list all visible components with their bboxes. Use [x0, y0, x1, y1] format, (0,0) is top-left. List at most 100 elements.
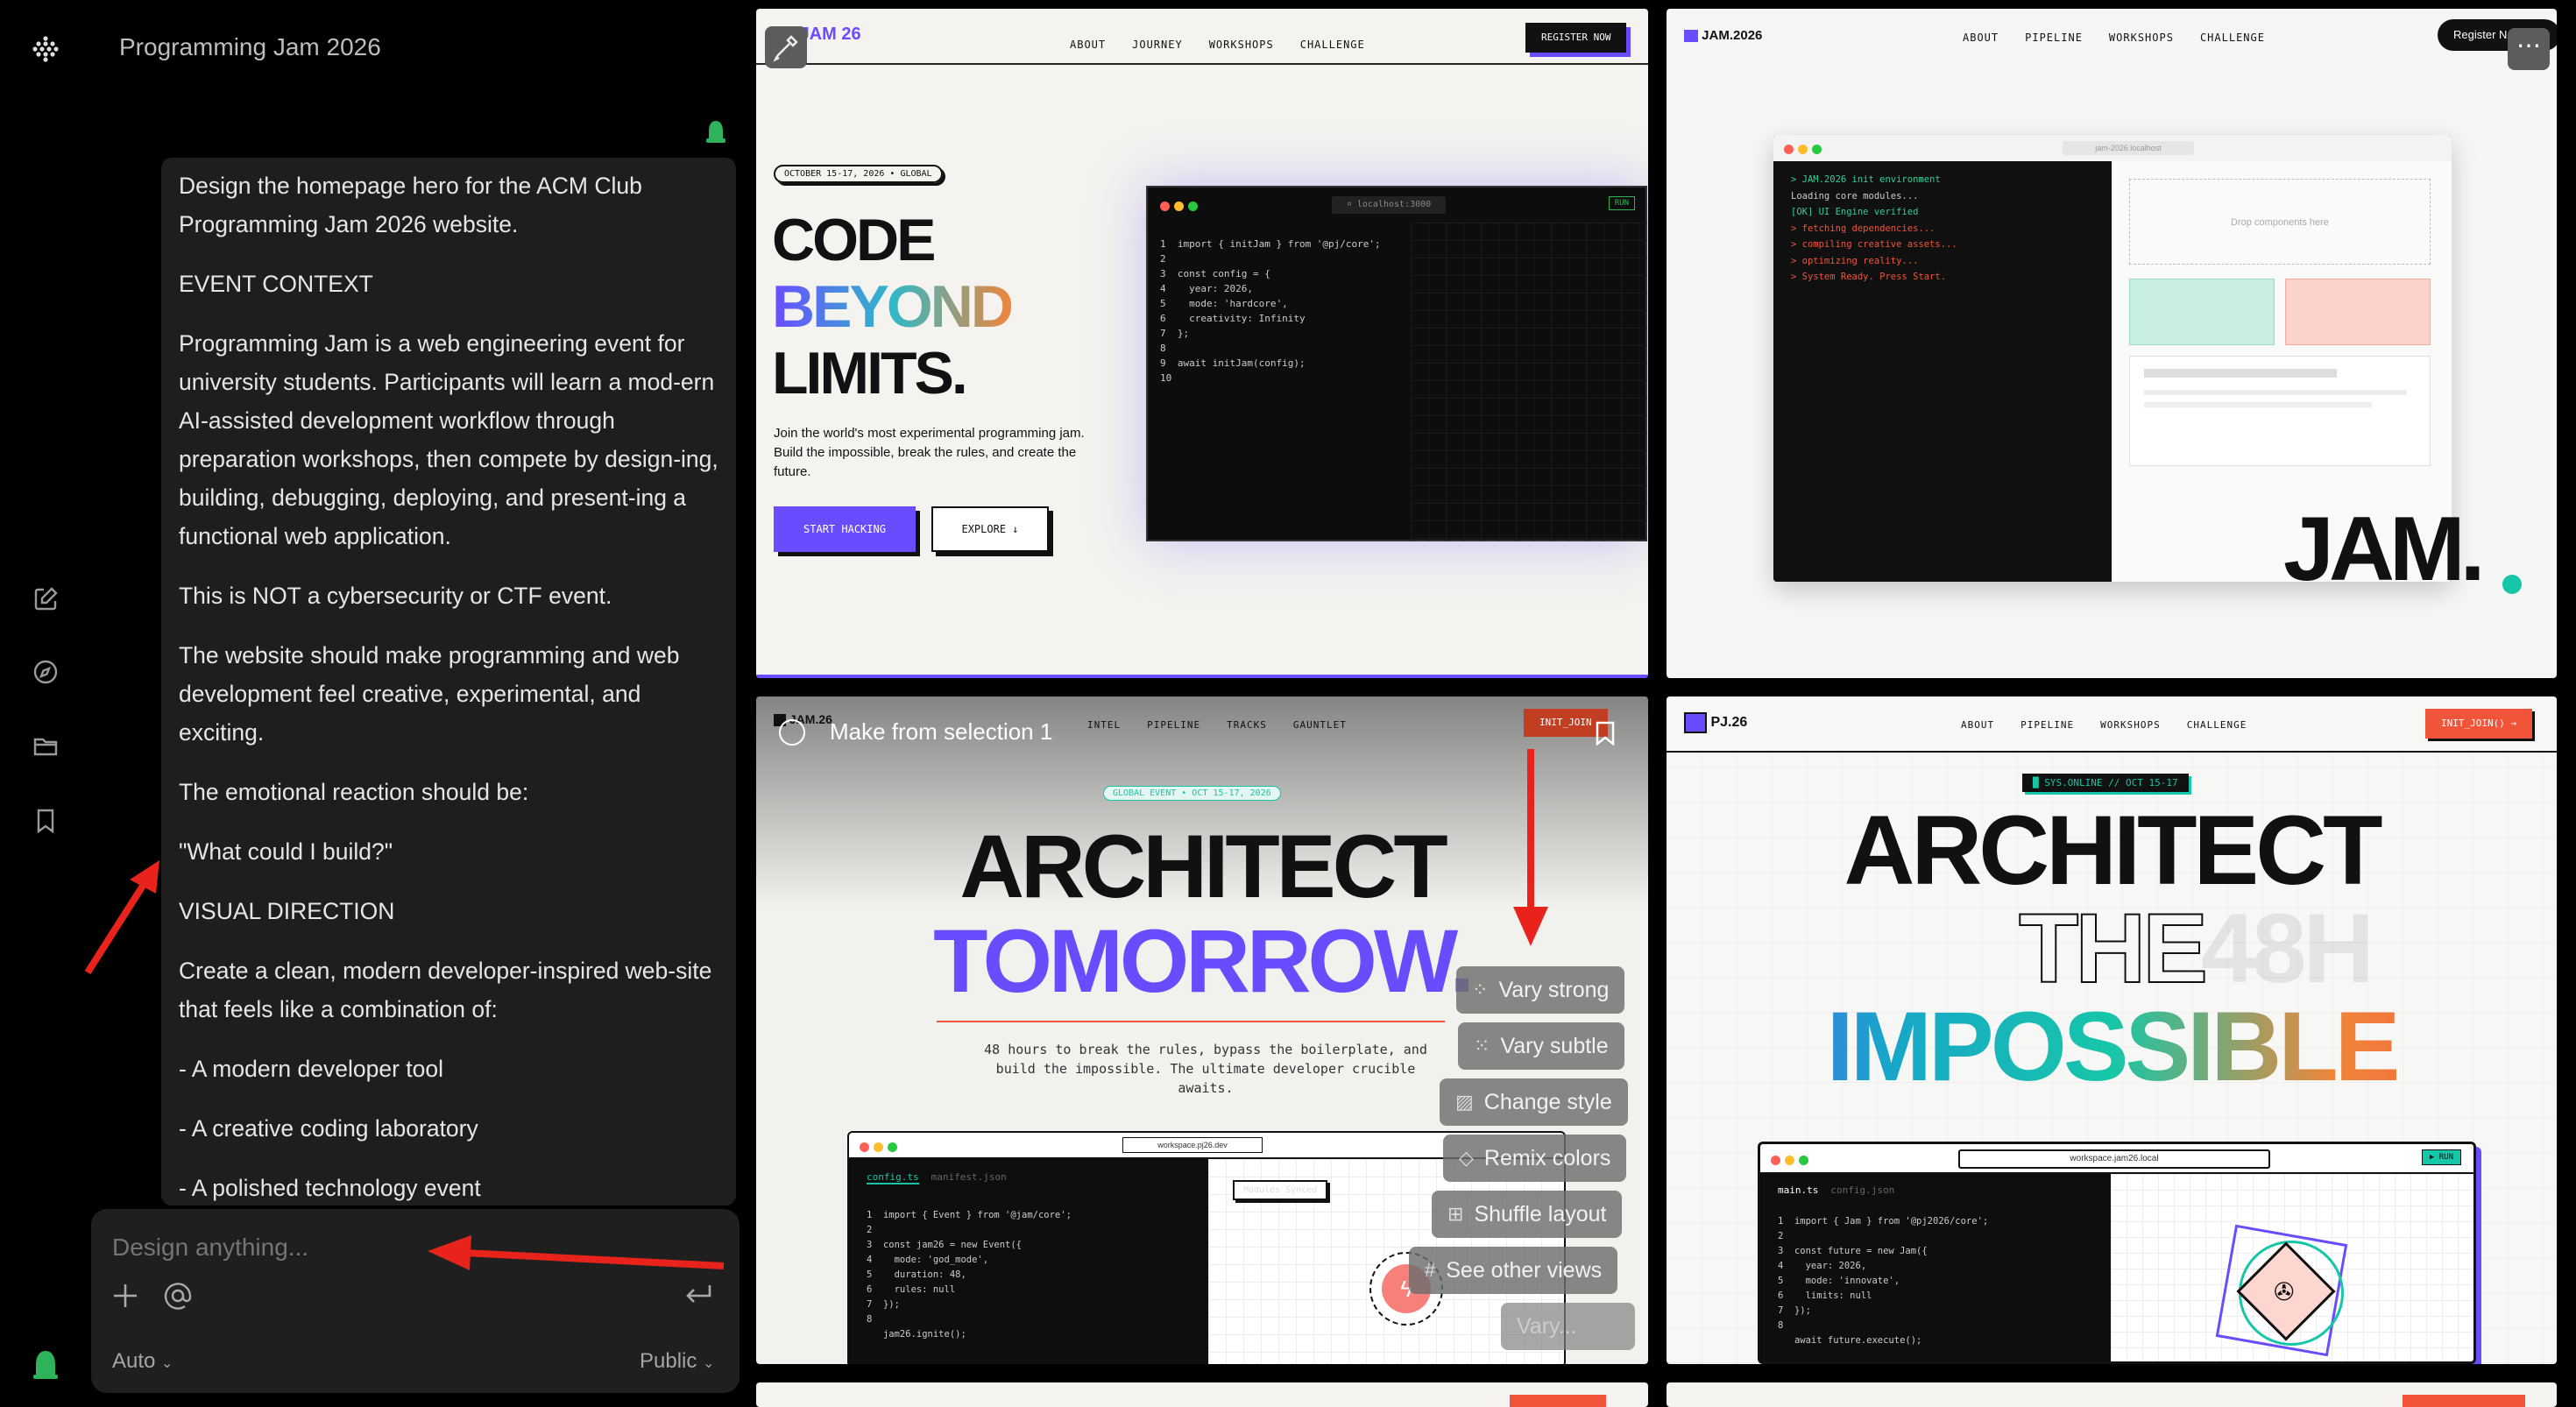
headline-underline [937, 1021, 1445, 1022]
card3-event-badge: GLOBAL EVENT • OCT 15-17, 2026 [1103, 786, 1281, 801]
hatch-icon: ▨ [1455, 1091, 1474, 1113]
nav-link[interactable]: TRACKS [1227, 719, 1267, 731]
card1-code-window: ⌕ localhost:3000 RUN 1 import { initJam … [1146, 186, 1647, 541]
tab-main[interactable]: main.ts [1778, 1184, 1818, 1196]
folder-icon[interactable] [26, 727, 65, 766]
window-controls [860, 1141, 902, 1156]
eyedropper-icon[interactable] [765, 26, 807, 68]
nav-link[interactable]: ABOUT [1961, 719, 1994, 731]
menu-label: Change style [1483, 1089, 1612, 1114]
shuffle-layout-button[interactable]: ⊞ Shuffle layout [1432, 1191, 1623, 1238]
terminal-line: > System Ready. Press Start. [1791, 272, 1947, 282]
message-quote: "What could I build?" [179, 838, 393, 865]
card4-logo: PJ.26 [1684, 712, 1747, 733]
message-paragraph: Create a clean, modern developer-inspire… [179, 958, 712, 1022]
edit-icon[interactable] [26, 580, 65, 619]
ghost-text: 48H [2201, 894, 2374, 1003]
vary-strong-button[interactable]: ⁘ Vary strong [1456, 966, 1625, 1014]
card3-nav-links: INTEL PIPELINE TRACKS GAUNTLET [1087, 719, 1373, 731]
tag-icon: ◇ [1459, 1147, 1474, 1169]
more-options-icon[interactable]: ⋯ [2508, 28, 2550, 70]
terminal-line: > JAM.2026 init environment [1791, 174, 1941, 185]
editor-tabs: main.ts config.json [1778, 1184, 1894, 1196]
see-other-views-button[interactable]: # See other views [1409, 1247, 1618, 1294]
start-hacking-button[interactable]: START HACKING [774, 506, 916, 552]
visibility-dropdown[interactable]: Public ⌄ [640, 1349, 714, 1374]
terminal-line: Loading core modules... [1791, 190, 1919, 202]
headline-line: ARCHITECT [959, 817, 1447, 916]
nav-link[interactable]: WORKSHOPS [2100, 719, 2161, 731]
url-bar: jam-2026.localhost [2063, 141, 2194, 155]
design-card-2[interactable]: JAM.2026 ABOUT PIPELINE WORKSHOPS CHALLENGE… [1667, 9, 2557, 678]
nav-link[interactable]: PIPELINE [1147, 719, 1200, 731]
code-block: 1 import { initJam } from '@pj/core'; 2 … [1160, 238, 1381, 384]
nav-link[interactable]: INTEL [1087, 719, 1121, 731]
nav-link[interactable]: PIPELINE [2020, 719, 2074, 731]
design-card-4[interactable]: PJ.26 ABOUT PIPELINE WORKSHOPS CHALLENGE IN… [1667, 696, 2557, 1364]
save-bookmark-icon[interactable] [1596, 721, 1615, 746]
tab-manifest[interactable]: manifest.json [931, 1171, 1007, 1183]
message-heading: VISUAL DIRECTION [179, 898, 395, 924]
project-title: Programming Jam 2026 [119, 33, 381, 60]
chevron-down-icon: ⌄ [161, 1356, 173, 1371]
design-card-5[interactable] [756, 1382, 1648, 1407]
nav-link[interactable]: CHALLENGE [2200, 32, 2265, 44]
card6-cta[interactable] [2403, 1395, 2525, 1407]
nav-link[interactable]: ABOUT [1963, 32, 1999, 44]
nav-link[interactable]: PIPELINE [2025, 32, 2083, 44]
nav-link[interactable]: JOURNEY [1132, 39, 1183, 51]
vary-subtle-button[interactable]: ⁙ Vary subtle [1458, 1022, 1624, 1070]
card5-cta[interactable] [1510, 1395, 1606, 1407]
nav-link[interactable]: GAUNTLET [1293, 719, 1347, 731]
url-bar: workspace.jam26.local [1958, 1149, 2270, 1169]
tab-config[interactable]: config.json [1830, 1184, 1894, 1196]
headline-line-outline: THE 48H [1667, 894, 2557, 1003]
run-button[interactable]: ▶ RUN [2421, 1149, 2461, 1165]
vary-custom-input[interactable]: Vary... [1501, 1303, 1635, 1350]
preview-block-pink [2285, 279, 2431, 345]
nav-link[interactable]: WORKSHOPS [2109, 32, 2174, 44]
window-controls [1160, 200, 1202, 216]
mention-icon[interactable] [163, 1281, 193, 1319]
preview-block-teal [2129, 279, 2275, 345]
nav-link[interactable]: ABOUT [1070, 39, 1106, 51]
drop-zone[interactable]: Drop components here [2129, 179, 2431, 265]
outline-word: THE [2018, 894, 2209, 1003]
bookmark-icon[interactable] [26, 802, 65, 840]
send-icon[interactable] [683, 1283, 713, 1317]
remix-colors-button[interactable]: ◇ Remix colors [1443, 1135, 1627, 1182]
jam-wordmark: JAM. [2283, 498, 2485, 600]
preview-card [2129, 356, 2431, 466]
user-avatar[interactable] [26, 1346, 65, 1384]
app-root: Programming Jam 2026 Design the homepage… [0, 0, 2576, 1407]
nav-link[interactable]: WORKSHOPS [1209, 39, 1274, 51]
run-button[interactable]: RUN [1608, 196, 1635, 210]
prompt-input[interactable] [112, 1227, 717, 1269]
explore-button[interactable]: EXPLORE ↓ [931, 506, 1049, 552]
card2-logo: JAM.2026 [1684, 28, 1762, 43]
add-attachment-icon[interactable] [110, 1281, 140, 1319]
card4-join-button[interactable]: INIT_JOIN() → [2425, 709, 2533, 739]
menu-label: Shuffle layout [1474, 1201, 1607, 1227]
change-style-button[interactable]: ▨ Change style [1440, 1078, 1628, 1126]
app-logo-icon[interactable] [26, 30, 65, 68]
design-card-1[interactable]: JAM 26 ABOUT JOURNEY WORKSHOPS CHALLENGE RE… [756, 9, 1648, 678]
grid-pane [1411, 223, 1647, 541]
window-titlebar: workspace.jam26.local ▶ RUN [1760, 1144, 2473, 1174]
nav-link[interactable]: CHALLENGE [2187, 719, 2247, 731]
url-bar: workspace.pj26.dev [1122, 1137, 1263, 1153]
dots-icon: ⁙ [1474, 1035, 1490, 1057]
message-heading: EVENT CONTEXT [179, 271, 373, 297]
compass-icon[interactable] [26, 653, 65, 691]
message-paragraph: Design the homepage hero for the ACM Clu… [179, 173, 642, 237]
select-radio-icon[interactable] [779, 719, 805, 746]
nav-link[interactable]: CHALLENGE [1300, 39, 1365, 51]
card1-register-button[interactable]: REGISTER NOW [1525, 23, 1627, 53]
tab-config[interactable]: config.ts [867, 1171, 919, 1184]
design-card-6[interactable] [1667, 1382, 2557, 1407]
headline-line-gradient: IMPOSSIBLE [1667, 998, 2557, 1096]
mode-dropdown[interactable]: Auto ⌄ [112, 1349, 173, 1374]
wordmark-dot [2502, 575, 2522, 594]
headline-line: CODE [772, 207, 936, 273]
terminal-line: > optimizing reality... [1791, 255, 1919, 266]
